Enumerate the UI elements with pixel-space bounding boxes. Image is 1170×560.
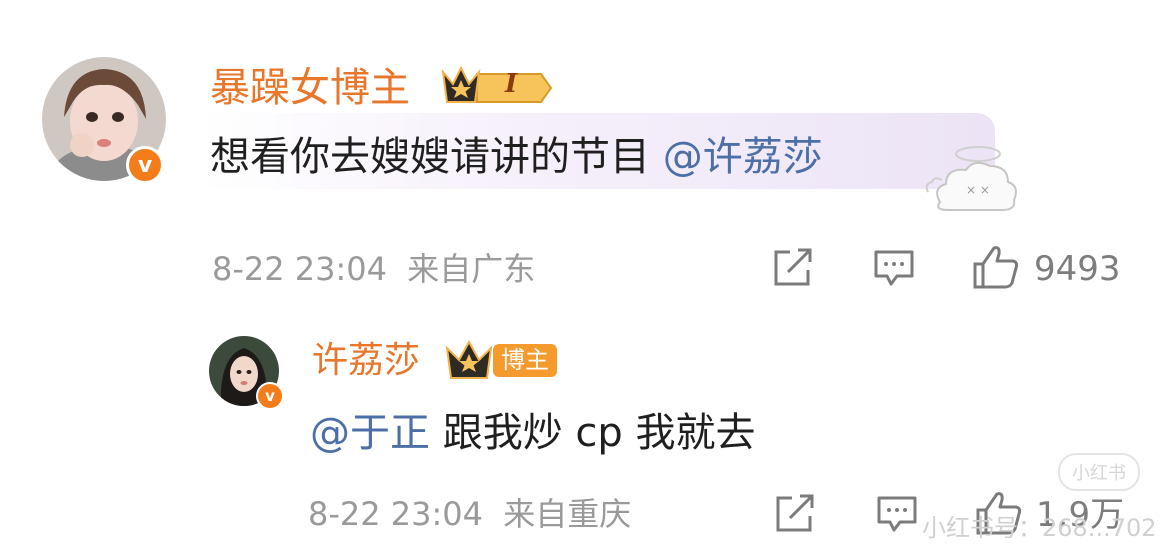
comment-location: 来自广东 (407, 250, 536, 288)
comment-like-count: 9493 (1034, 249, 1121, 289)
share-icon[interactable] (772, 248, 814, 288)
watermark-handle: 小红书号：268...702 (922, 514, 1157, 542)
share-icon-reply[interactable] (774, 494, 816, 534)
crown-level-badge: I (437, 62, 553, 108)
svg-text:× ×: × × (966, 183, 990, 197)
verified-badge: v (126, 146, 164, 184)
reply-time: 8-22 23:04 (308, 495, 484, 533)
comment-meta: 8-22 23:04 来自广东 (212, 253, 535, 285)
comment-mention[interactable]: @许荔莎 (663, 134, 823, 180)
reply-location: 来自重庆 (503, 495, 632, 533)
comment-time: 8-22 23:04 (212, 250, 388, 288)
crown-role-badge: 博主 (443, 338, 563, 382)
comment-icon-reply[interactable] (876, 494, 918, 536)
reply-username[interactable]: 许荔莎 (312, 343, 420, 379)
reply-mention[interactable]: @于正 (310, 410, 430, 456)
level-number: I (505, 69, 518, 99)
comment-text-body: 想看你去嫂嫂请讲的节目 (210, 134, 663, 180)
blogger-tag: 博主 (493, 344, 557, 377)
comment-username[interactable]: 暴躁女博主 (210, 68, 410, 108)
sleepy-cloud-sticker: × × (922, 140, 1022, 220)
comment-text: 想看你去嫂嫂请讲的节目 @许荔莎 (210, 137, 823, 177)
verified-badge-reply: v (256, 382, 284, 410)
watermark-badge: 小红书 (1058, 453, 1140, 491)
thumbs-up-icon[interactable] (972, 244, 1020, 290)
reply-text: @于正 跟我炒 cp 我就去 (310, 413, 756, 453)
reply-text-body: 跟我炒 cp 我就去 (430, 410, 756, 456)
reply-meta: 8-22 23:04 来自重庆 (308, 498, 631, 530)
comment-icon[interactable] (873, 248, 915, 290)
